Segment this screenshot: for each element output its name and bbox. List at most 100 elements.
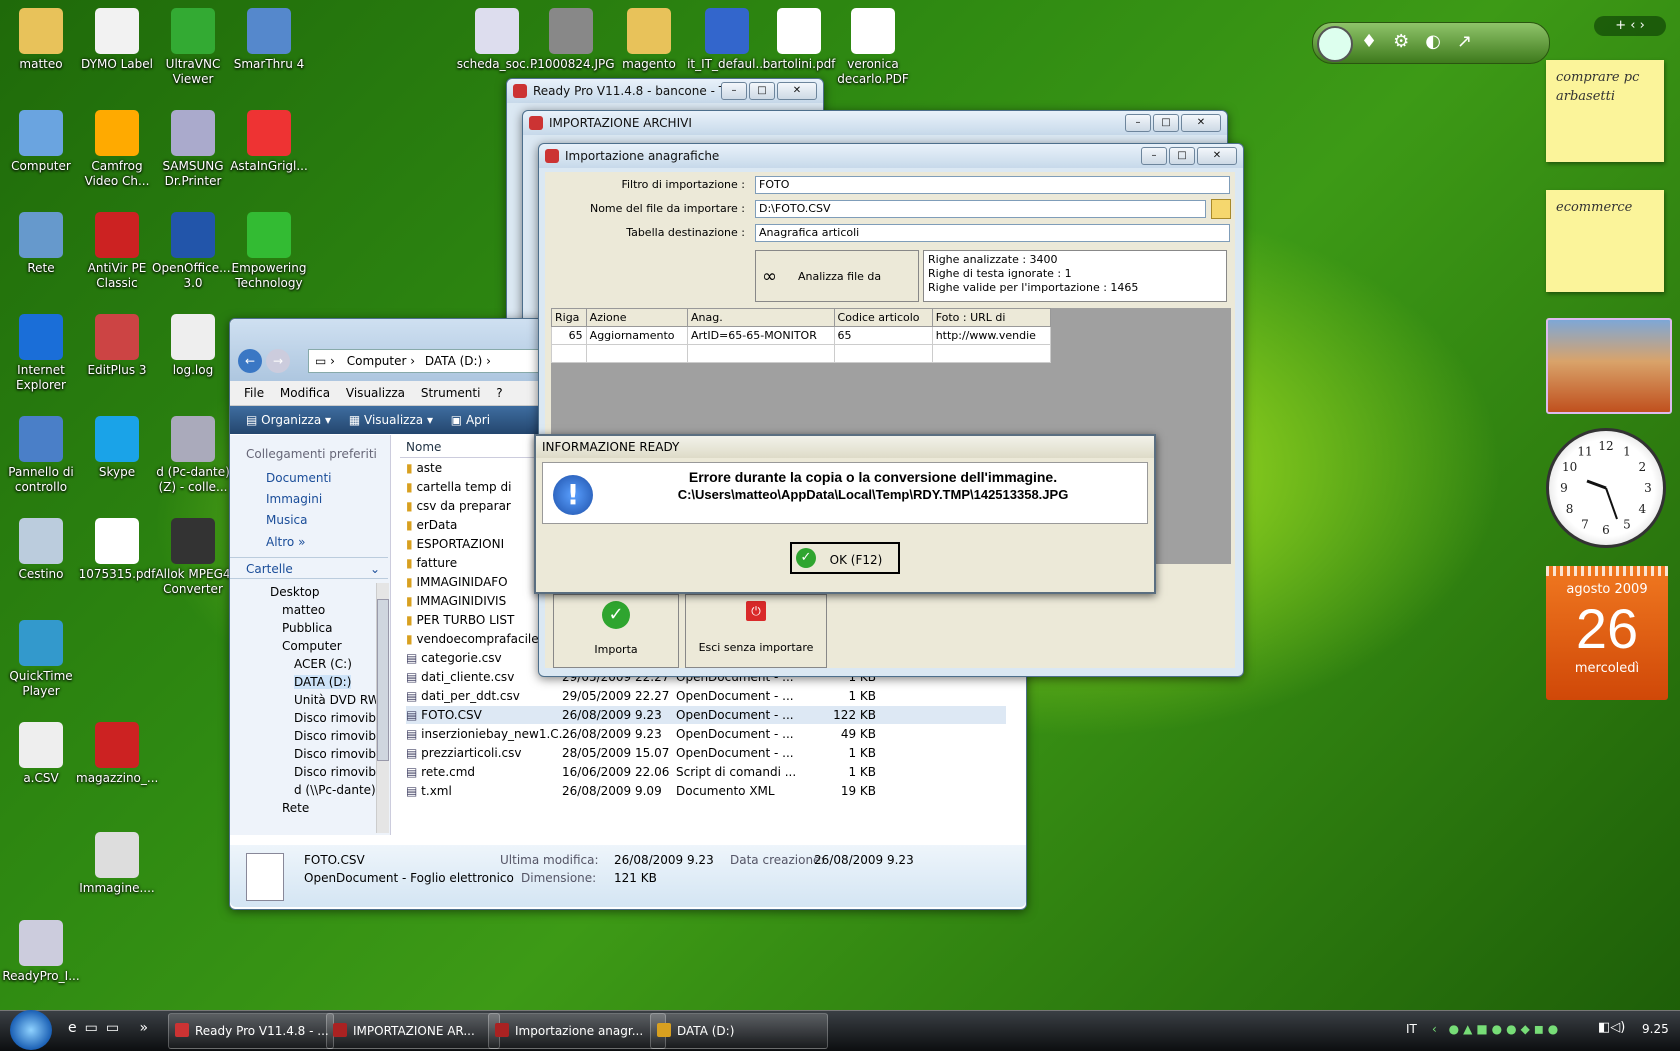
taskbar-button[interactable]: Importazione anagr... <box>488 1013 666 1049</box>
folder-row[interactable]: ▮ IMMAGINIDAFO <box>406 573 508 591</box>
taskbar-button[interactable]: Ready Pro V11.4.8 - ... <box>168 1013 334 1049</box>
back-button[interactable]: ← <box>238 349 262 373</box>
favorite-immagini[interactable]: Immagini <box>266 492 322 506</box>
folder-row[interactable]: ▮ cartella temp di <box>406 478 511 496</box>
sticky-note[interactable]: ecommerce <box>1546 190 1664 292</box>
minimize-button[interactable]: – <box>1125 114 1151 132</box>
menu-help[interactable]: ? <box>496 386 502 400</box>
desktop-icon[interactable]: bartolini.pdf <box>758 8 840 72</box>
grid-cell[interactable]: Aggiornamento <box>585 326 688 345</box>
window-titlebar[interactable]: IMPORTAZIONE ARCHIVI – □ ✕ <box>523 111 1227 135</box>
grid-cell[interactable] <box>833 344 933 363</box>
grid-column-header[interactable]: Riga <box>551 308 587 327</box>
folder-row[interactable]: ▮ vendoecomprafacile <box>406 630 539 648</box>
views-button[interactable]: ▦ Visualizza ▾ <box>349 413 433 427</box>
tree-item[interactable]: Computer <box>282 639 342 653</box>
breadcrumb-computer[interactable]: Computer <box>347 354 407 368</box>
grid-cell[interactable]: http://www.vendie <box>931 326 1052 345</box>
desktop-icon[interactable]: Rete <box>0 212 82 276</box>
desktop-icon[interactable]: Computer <box>0 110 82 174</box>
folder-row[interactable]: ▮ csv da preparar <box>406 497 511 515</box>
desktop-icon[interactable]: Internet Explorer <box>0 314 82 393</box>
grid-cell[interactable]: 65 <box>551 326 587 345</box>
tree-item[interactable]: Rete <box>282 801 309 815</box>
menu-strumenti[interactable]: Strumenti <box>421 386 481 400</box>
open-button[interactable]: ▣ Apri <box>451 413 490 427</box>
grid-cell[interactable] <box>585 344 688 363</box>
desktop-icon[interactable]: log.log <box>152 314 234 378</box>
grid-cell[interactable] <box>931 344 1052 363</box>
folders-header[interactable]: Cartelle ⌄ <box>230 557 388 579</box>
sidebar-controls[interactable]: + ‹ › <box>1594 16 1666 36</box>
desktop-icon[interactable]: OpenOffice.... 3.0 <box>152 212 234 291</box>
window-titlebar[interactable]: Ready Pro V11.4.8 - bancone - TE... – □ ✕ <box>507 79 823 103</box>
desktop-icon[interactable]: 1075315.pdf <box>76 518 158 582</box>
close-button[interactable]: ✕ <box>1181 114 1221 132</box>
favorite-musica[interactable]: Musica <box>266 513 308 527</box>
folder-row[interactable]: ▮ erData <box>406 516 457 534</box>
grid-cell[interactable]: ArtID=65-65-MONITOR <box>686 326 835 345</box>
folder-row[interactable]: ▮ fatture <box>406 554 457 572</box>
forward-button[interactable]: → <box>266 349 290 373</box>
analyze-button[interactable]: ∞ Analizza file da importare <box>755 250 919 335</box>
taskbar-button[interactable]: IMPORTAZIONE AR... <box>326 1013 500 1049</box>
close-button[interactable]: ✕ <box>1197 147 1237 165</box>
grid-column-header[interactable]: Foto : URL di <box>931 308 1052 327</box>
window-titlebar[interactable]: Importazione anagrafiche – □ ✕ <box>539 144 1243 168</box>
import-dialog[interactable]: Importazione anagrafiche – □ ✕ Filtro di i… <box>538 143 1244 677</box>
tree-item[interactable]: matteo <box>282 603 325 617</box>
desktop-icon[interactable]: veronica decarlo.PDF <box>832 8 914 87</box>
desktop-icon[interactable]: Empowering Technology <box>228 212 310 291</box>
exit-button[interactable]: ⏻ Esci senza importare <box>685 594 827 668</box>
tree-scrollbar[interactable] <box>376 583 389 833</box>
taskbar-button[interactable]: DATA (D:) <box>650 1013 828 1049</box>
slideshow-gadget[interactable] <box>1546 318 1672 414</box>
tree-item[interactable]: Desktop <box>270 585 320 599</box>
organize-button[interactable]: ▤ Organizza ▾ <box>246 413 331 427</box>
browse-folder-button[interactable] <box>1211 199 1231 219</box>
maximize-button[interactable]: □ <box>1153 114 1179 132</box>
grid-cell[interactable] <box>551 344 587 363</box>
volume-icon[interactable]: ◧◁) <box>1598 1020 1625 1035</box>
desktop-icon[interactable]: it_IT_defaul... <box>686 8 768 72</box>
more-link[interactable]: Altro » <box>266 535 305 549</box>
grid-cell[interactable] <box>686 344 835 363</box>
grid-row[interactable]: 65 Aggiornamento ArtID=65-65-MONITOR 65 http… <box>551 326 1052 345</box>
tree-item[interactable]: Disco rimovibi <box>294 765 379 779</box>
import-button[interactable]: ✓ Importa <box>553 594 679 668</box>
tree-item[interactable]: Disco rimovibi <box>294 711 379 725</box>
import-grid[interactable]: Riga Azione Anag. Codice articolo Foto : URL… <box>551 308 1052 363</box>
desktop-icon[interactable]: d (Pc-dante) (Z) - colle... <box>152 416 234 495</box>
desktop-icon[interactable]: SAMSUNG Dr.Printer <box>152 110 234 189</box>
breadcrumb-data[interactable]: DATA (D:) <box>425 354 482 368</box>
folder-row[interactable]: ▮ IMMAGINIDIVIS <box>406 592 506 610</box>
gadget-toolbar[interactable]: ♦⚙◐↗ <box>1312 22 1550 64</box>
menu-file[interactable]: File <box>244 386 264 400</box>
maximize-button[interactable]: □ <box>1169 147 1195 165</box>
favorite-documenti[interactable]: Documenti <box>266 471 332 485</box>
clock-time[interactable]: 9.25 <box>1642 1022 1669 1036</box>
folder-row[interactable]: ▮ ESPORTAZIONI <box>406 535 504 553</box>
grid-column-header[interactable]: Azione <box>585 308 688 327</box>
menu-visualizza[interactable]: Visualizza <box>346 386 405 400</box>
tree-item[interactable]: Pubblica <box>282 621 332 635</box>
grid-column-header[interactable]: Codice articolo <box>833 308 933 327</box>
desktop-icon[interactable]: EditPlus 3 <box>76 314 158 378</box>
tree-item[interactable]: Disco rimovibi <box>294 747 379 761</box>
desktop-icon[interactable]: magazzino_... <box>76 722 158 786</box>
maximize-button[interactable]: □ <box>749 82 775 100</box>
grid-cell[interactable]: 65 <box>833 326 933 345</box>
sticky-note[interactable]: comprare pc arbasetti <box>1546 60 1664 162</box>
desktop-icon[interactable]: AntiVir PE Classic <box>76 212 158 291</box>
desktop-icon[interactable]: P1000824.JPG <box>530 8 615 72</box>
tree-item[interactable]: d (\\Pc-dante) <box>294 783 376 797</box>
tree-item[interactable]: Unità DVD RW <box>294 693 380 707</box>
grid-column-header[interactable]: Anag. <box>686 308 835 327</box>
desktop-icon[interactable]: ReadyPro_I... <box>0 920 82 984</box>
menu-modifica[interactable]: Modifica <box>280 386 330 400</box>
tree-item[interactable]: DATA (D:) <box>294 675 352 689</box>
quicklaunch[interactable]: e▭▭ » <box>68 1020 156 1036</box>
desktop-icon[interactable]: DYMO Label <box>76 8 158 72</box>
folder-row[interactable]: ▮ aste <box>406 459 442 477</box>
desktop-icon[interactable]: Skype <box>76 416 158 480</box>
